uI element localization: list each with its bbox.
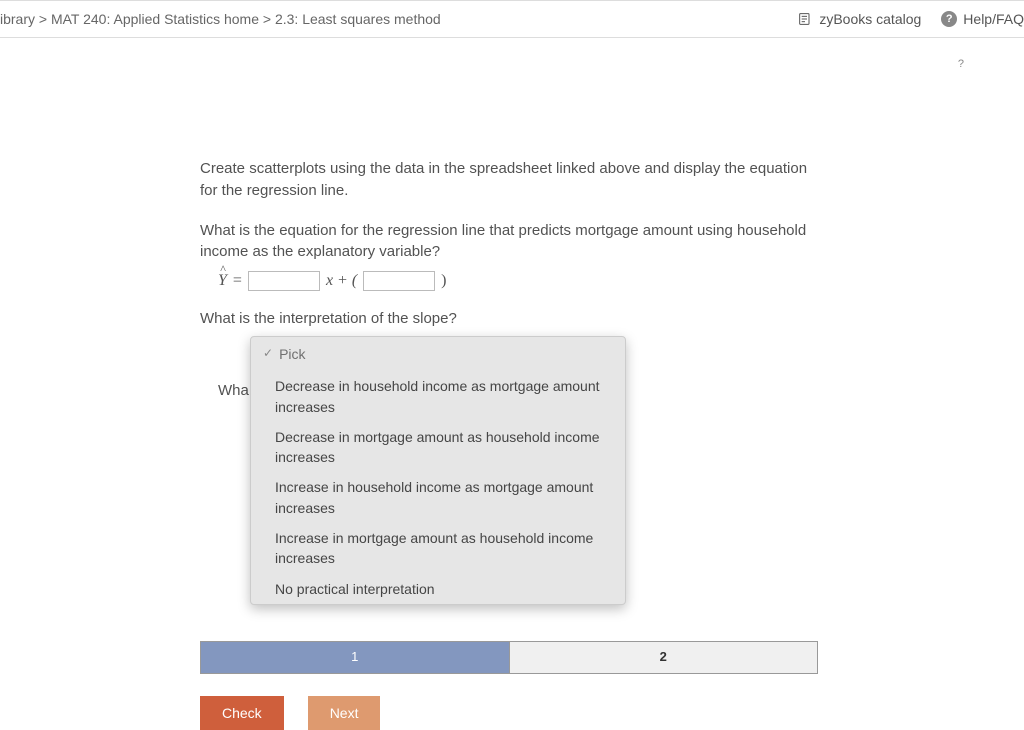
hidden-wha-text: Wha bbox=[218, 380, 249, 402]
instructions-text: Create scatterplots using the data in th… bbox=[200, 158, 820, 202]
button-row: Check Next bbox=[200, 696, 820, 730]
slope-interpretation-dropdown[interactable]: ✓ Pick Decrease in household income as m… bbox=[250, 336, 626, 605]
question-1: What is the equation for the regression … bbox=[200, 220, 820, 264]
pager: 1 2 bbox=[200, 641, 818, 674]
breadcrumb[interactable]: ibrary > MAT 240: Applied Statistics hom… bbox=[0, 11, 441, 27]
intercept-input[interactable] bbox=[363, 271, 435, 291]
close-paren: ) bbox=[441, 269, 446, 292]
check-icon: ✓ bbox=[263, 345, 273, 362]
dropdown-option-5[interactable]: No practical interpretation bbox=[251, 574, 625, 604]
y-hat-symbol: ^Y bbox=[218, 269, 227, 292]
help-icon: ? bbox=[941, 11, 957, 27]
page-tab-2[interactable]: 2 bbox=[510, 642, 818, 673]
pick-label: Pick bbox=[279, 344, 305, 364]
help-link[interactable]: ? Help/FAQ bbox=[941, 11, 1024, 27]
dropdown-option-4[interactable]: Increase in mortgage amount as household… bbox=[251, 523, 625, 574]
page-tab-1[interactable]: 1 bbox=[201, 642, 510, 673]
dropdown-pick-header[interactable]: ✓ Pick bbox=[251, 337, 625, 371]
x-plus-text: x + ( bbox=[326, 269, 357, 292]
equation-row: ^Y = x + ( ) bbox=[218, 269, 820, 292]
dropdown-option-1[interactable]: Decrease in household income as mortgage… bbox=[251, 371, 625, 422]
top-right-links: zyBooks catalog ? Help/FAQ bbox=[797, 11, 1024, 27]
catalog-label: zyBooks catalog bbox=[819, 11, 921, 27]
dropdown-option-3[interactable]: Increase in household income as mortgage… bbox=[251, 472, 625, 523]
next-button[interactable]: Next bbox=[308, 696, 381, 730]
check-button[interactable]: Check bbox=[200, 696, 284, 730]
main-content: Create scatterplots using the data in th… bbox=[200, 158, 820, 730]
question-badge: ? bbox=[958, 58, 964, 70]
catalog-icon bbox=[797, 11, 813, 27]
slope-input[interactable] bbox=[248, 271, 320, 291]
dropdown-wrapper: Wha ✓ Pick Decrease in household income … bbox=[218, 336, 820, 605]
catalog-link[interactable]: zyBooks catalog bbox=[797, 11, 921, 27]
dropdown-option-2[interactable]: Decrease in mortgage amount as household… bbox=[251, 422, 625, 473]
help-label: Help/FAQ bbox=[963, 11, 1024, 27]
question-2: What is the interpretation of the slope? bbox=[200, 308, 820, 330]
equals-sign: = bbox=[233, 269, 242, 292]
top-bar: ibrary > MAT 240: Applied Statistics hom… bbox=[0, 0, 1024, 38]
